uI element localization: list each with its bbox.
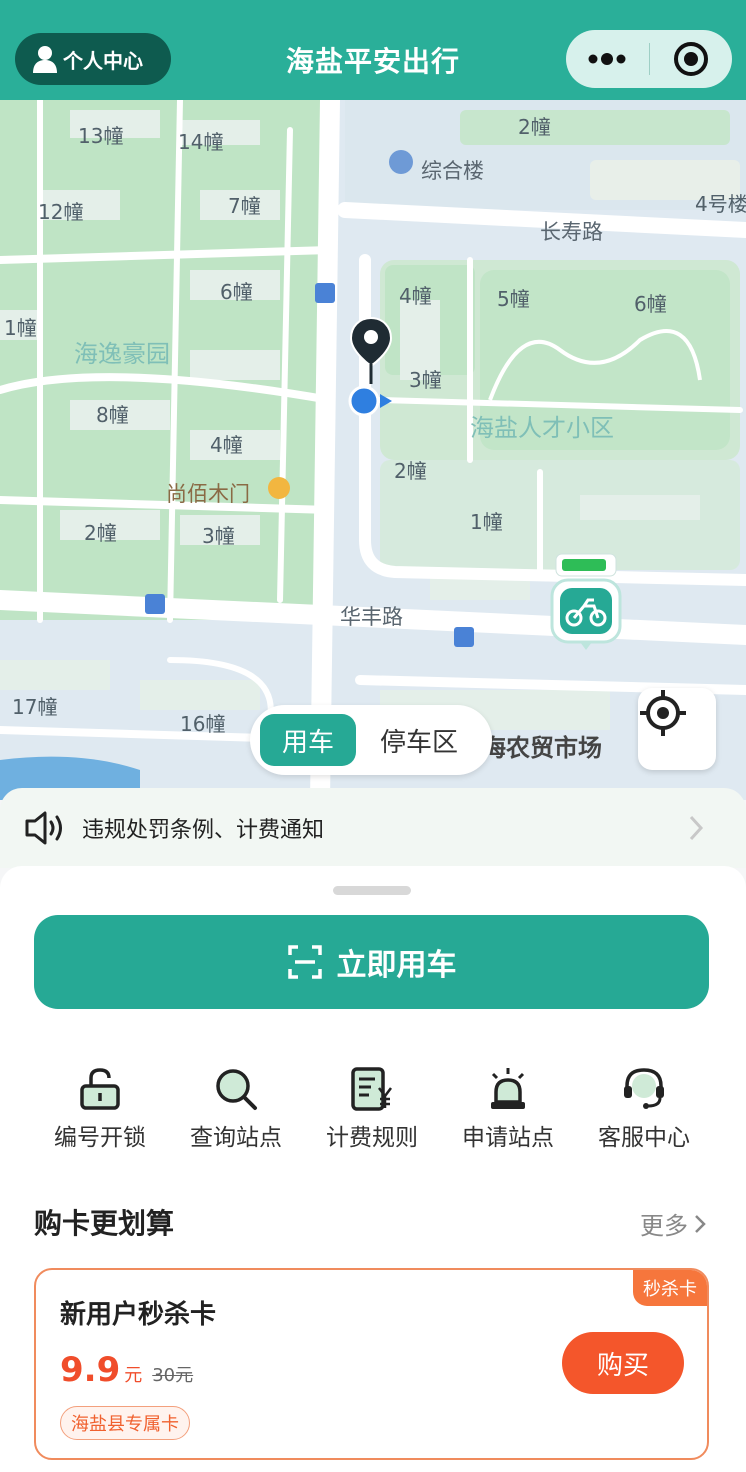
quick-action-search-station[interactable]: 查询站点 [168, 1064, 304, 1154]
quick-action-billing-rules[interactable]: 计费规则 [304, 1064, 440, 1154]
use-bike-now-label: 立即用车 [336, 948, 457, 983]
chevron-right-icon [689, 815, 704, 841]
quick-action-label: 申请站点 [462, 1125, 554, 1151]
billing-icon [351, 1067, 392, 1111]
map-label-huafeng-road: 华丰路 [340, 605, 403, 629]
map-label-building-8: 8幢 [96, 403, 129, 427]
mini-program-capsule [566, 30, 732, 88]
mode-toggle: 用车 停车区 [250, 705, 492, 775]
map-label-building-16: 16幢 [180, 712, 226, 736]
map-label-rencai-xiaoqu: 海盐人才小区 [470, 414, 614, 442]
target-circle-icon [673, 42, 708, 76]
quick-action-label: 客服中心 [598, 1125, 690, 1151]
flash-sale-badge: 秒杀卡 [633, 1270, 707, 1306]
map-label-building-1-mid: 1幢 [470, 510, 503, 534]
map-base [0, 100, 746, 800]
alarm-light-icon [491, 1068, 525, 1109]
bottom-panel: 立即用车 编号开锁 查询站点 计费规则 申请站点 客服中心 购卡更划算 更多 秒… [0, 866, 746, 1472]
map-label-building-4-low: 4幢 [210, 433, 243, 457]
map-label-building-12: 12幢 [38, 200, 84, 224]
map-label-building-2-mid: 2幢 [394, 459, 427, 483]
card-title: 新用户秒杀卡 [60, 1300, 217, 1330]
more-link[interactable]: 更多 [640, 1206, 706, 1241]
top-bar: 个人中心 海盐平安出行 [0, 0, 746, 100]
map-label-building-1-left: 1幢 [4, 316, 37, 340]
quick-action-label: 查询站点 [190, 1125, 282, 1151]
use-bike-now-button[interactable]: 立即用车 [34, 915, 709, 1009]
map-label-market: 海农贸市场 [482, 734, 602, 762]
map-label-building-6-right: 6幢 [634, 292, 667, 316]
bike-station-icon[interactable] [550, 550, 622, 652]
map-label-building-7: 7幢 [228, 194, 261, 218]
scan-icon [287, 945, 322, 979]
region-badge: 海盐县专属卡 [60, 1406, 190, 1440]
speaker-icon [25, 811, 62, 845]
search-icon [216, 1069, 257, 1110]
map-label-building-4-right: 4号楼 [695, 192, 746, 216]
map-label-building-3-left: 3幢 [202, 524, 235, 548]
quick-action-apply-station[interactable]: 申请站点 [440, 1064, 576, 1154]
quick-action-customer-service[interactable]: 客服中心 [576, 1064, 712, 1154]
map-view[interactable]: 13幢 14幢 2幢 12幢 7幢 综合楼 4号楼 长寿路 6幢 4幢 5幢 6… [0, 100, 746, 800]
drag-handle[interactable] [333, 886, 411, 895]
price-value: 9.9 [60, 1350, 121, 1390]
original-price: 30元 [152, 1365, 194, 1386]
buy-button[interactable]: 购买 [562, 1332, 684, 1394]
quick-action-unlock-by-number[interactable]: 编号开锁 [32, 1064, 168, 1154]
map-label-building-17: 17幢 [12, 695, 58, 719]
map-label-building-6-left: 6幢 [220, 280, 253, 304]
notice-bar[interactable]: 违规处罚条例、计费通知 [0, 788, 746, 868]
quick-action-label: 计费规则 [326, 1125, 418, 1151]
unlock-icon [80, 1068, 120, 1110]
chevron-right-icon [695, 1214, 706, 1233]
map-label-zonghelou: 综合楼 [421, 159, 484, 183]
map-label-shangbai-mumen: 尚佰木门 [166, 482, 250, 506]
map-label-building-4-mid: 4幢 [399, 284, 432, 308]
tab-parking-area[interactable]: 停车区 [356, 722, 482, 759]
price-unit: 元 [124, 1365, 143, 1386]
map-label-building-13: 13幢 [78, 124, 124, 148]
more-dots-button[interactable] [566, 30, 649, 88]
map-label-building-2-top: 2幢 [518, 115, 551, 139]
map-label-building-2-left: 2幢 [84, 521, 117, 545]
more-dots-icon [588, 53, 626, 65]
locate-crosshair-icon [640, 690, 686, 736]
section-title-cards: 购卡更划算 [34, 1207, 175, 1240]
destination-pin-icon [349, 316, 393, 384]
quick-action-label: 编号开锁 [54, 1125, 146, 1151]
headset-icon [624, 1068, 664, 1109]
quick-actions: 编号开锁 查询站点 计费规则 申请站点 客服中心 [32, 1064, 712, 1154]
notice-text: 违规处罚条例、计费通知 [82, 818, 325, 843]
map-label-changshou-road: 长寿路 [540, 220, 603, 244]
locate-button[interactable] [638, 688, 716, 770]
map-label-building-14: 14幢 [178, 130, 224, 154]
current-location-icon [348, 385, 392, 417]
promo-card[interactable]: 秒杀卡 新用户秒杀卡 9.9 元 30元 海盐县专属卡 购买 [34, 1268, 709, 1460]
map-label-haiyi-haoyuan: 海逸豪园 [74, 340, 170, 368]
close-mini-program-button[interactable] [650, 30, 733, 88]
map-label-building-3-mid: 3幢 [409, 368, 442, 392]
more-label: 更多 [640, 1212, 688, 1240]
card-price: 9.9 元 30元 [60, 1350, 193, 1390]
map-label-building-5: 5幢 [497, 287, 530, 311]
tab-use-bike[interactable]: 用车 [260, 714, 356, 766]
